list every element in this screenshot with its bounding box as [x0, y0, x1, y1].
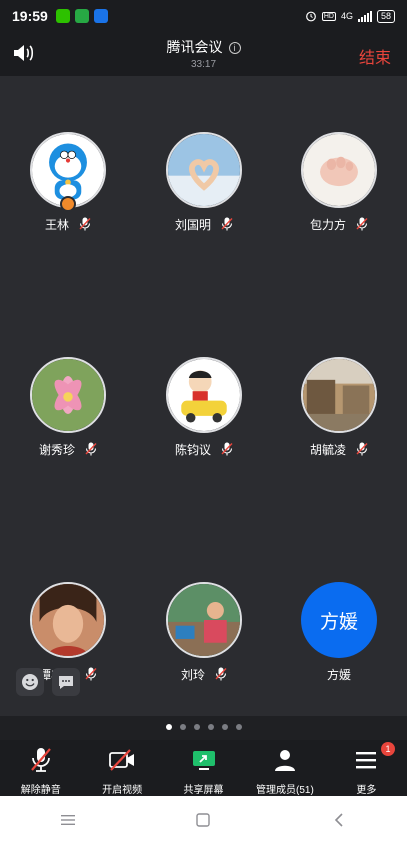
page-dot[interactable]: [179, 724, 186, 730]
unmute-label: 解除静音: [20, 785, 61, 796]
participant-tile[interactable]: 包力方: [271, 132, 407, 232]
participant-tile[interactable]: 谭丰莹: [0, 582, 136, 682]
hd-icon: HD: [321, 11, 336, 21]
mic-muted-icon: [221, 442, 233, 456]
participant-tile[interactable]: 陈钧议: [136, 357, 272, 457]
avatar: [166, 357, 242, 433]
heart-hands-avatar: [168, 134, 240, 206]
participant-name: 包力方: [309, 217, 346, 232]
emoji-button[interactable]: [16, 668, 44, 696]
baby-hand-avatar: [303, 134, 375, 206]
home-square-icon: [196, 813, 211, 827]
host-badge: [60, 196, 76, 212]
video-off-icon: [109, 749, 135, 771]
chat-button[interactable]: [52, 668, 80, 696]
participant-name: 陈钧议: [174, 442, 211, 457]
share-screen-label: 共享屏幕: [183, 785, 224, 796]
avatar: [166, 132, 242, 208]
photo-avatar: [168, 584, 240, 656]
chat-icon: [59, 676, 73, 689]
mic-muted-icon: [85, 667, 97, 681]
emoji-icon: [22, 674, 38, 690]
wechat-icon: [55, 9, 70, 23]
recent-apps-button[interactable]: [48, 800, 88, 840]
menu-icon: [356, 752, 377, 769]
system-nav-bar: [0, 796, 407, 844]
page-dot[interactable]: [221, 724, 228, 730]
participant-name: 刘国明: [174, 217, 211, 232]
floating-tools: [16, 668, 80, 696]
participant-tile[interactable]: 胡毓凌: [271, 357, 407, 457]
participant-tile[interactable]: 王林: [0, 132, 136, 232]
mic-off-icon: [30, 748, 51, 772]
mic-muted-icon: [221, 217, 233, 231]
battery-level: 58: [376, 9, 395, 23]
mic-muted-icon: [79, 217, 91, 231]
participant-tile[interactable]: 谢秀珍: [0, 357, 136, 457]
mic-muted-icon: [356, 442, 368, 456]
end-meeting-button[interactable]: 结束: [359, 44, 391, 68]
cartoon-car-avatar: [168, 359, 240, 431]
avatar: [30, 582, 106, 658]
status-time: 19:59: [12, 8, 48, 24]
mic-muted-icon: [215, 667, 227, 681]
avatar: 方媛: [301, 582, 377, 658]
avatar: [166, 582, 242, 658]
lotus-avatar: [32, 359, 104, 431]
avatar: [30, 357, 106, 433]
members-icon: [274, 750, 295, 771]
meeting-timer: 33:17: [190, 59, 217, 70]
participant-name: 王林: [44, 217, 69, 232]
share-screen-icon: [192, 751, 215, 770]
unmute-button[interactable]: 解除静音: [0, 740, 81, 796]
manage-members-button[interactable]: 管理成员(51): [244, 740, 325, 796]
page-indicator: [0, 724, 407, 730]
participant-name: 方媛: [326, 667, 351, 682]
info-icon[interactable]: i: [228, 42, 241, 54]
avatar: [301, 132, 377, 208]
meeting-toolbar: 解除静音 开启视频 共享屏幕 管理成员(51) 1 更多: [0, 740, 407, 796]
more-label: 更多: [356, 785, 377, 796]
participant-name: 谢秀珍: [38, 442, 75, 457]
participant-name: 胡毓凌: [309, 442, 346, 457]
share-screen-button[interactable]: 共享屏幕: [163, 740, 244, 796]
page-dot[interactable]: [207, 724, 214, 730]
street-photo-avatar: [303, 359, 375, 431]
avatar: [301, 357, 377, 433]
notification-badge: 1: [381, 742, 396, 756]
app-icon: [93, 9, 108, 23]
manage-members-label: 管理成员(51): [256, 785, 314, 796]
start-video-button[interactable]: 开启视频: [81, 740, 162, 796]
mic-muted-icon: [85, 442, 97, 456]
participant-tile[interactable]: 刘国明: [136, 132, 272, 232]
page-dot[interactable]: [193, 724, 200, 730]
more-button[interactable]: 1 更多: [326, 740, 407, 796]
home-button[interactable]: [183, 800, 223, 840]
page-dot[interactable]: [235, 724, 242, 730]
signal-icon: [357, 10, 372, 22]
alarm-icon: [305, 11, 316, 22]
menu-lines-icon: [60, 815, 75, 825]
participant-tile[interactable]: 方媛 方媛: [271, 582, 407, 682]
participant-grid: 王林 刘国明 包力方 谢秀珍 陈钧议 胡毓凌 刘玲 方媛 方媛: [0, 76, 407, 716]
meeting-title-area[interactable]: 腾讯会议 i 33:17: [0, 37, 407, 70]
status-bar: 19:59 HD 4G 58: [0, 0, 407, 32]
meeting-header: 腾讯会议 i 33:17 结束: [0, 32, 407, 76]
participant-name: 刘玲: [180, 667, 205, 682]
start-video-label: 开启视频: [102, 785, 143, 796]
page-dot[interactable]: [165, 724, 172, 730]
status-indicators: HD 4G 58: [305, 9, 395, 23]
portrait-avatar: [32, 584, 104, 656]
back-chevron-icon: [335, 813, 343, 827]
back-button[interactable]: [319, 800, 359, 840]
network-type: 4G: [340, 11, 353, 21]
meeting-title[interactable]: 腾讯会议: [167, 39, 223, 55]
message-icon: [74, 9, 89, 23]
participant-tile[interactable]: 刘玲: [136, 582, 272, 682]
mic-muted-icon: [356, 217, 368, 231]
